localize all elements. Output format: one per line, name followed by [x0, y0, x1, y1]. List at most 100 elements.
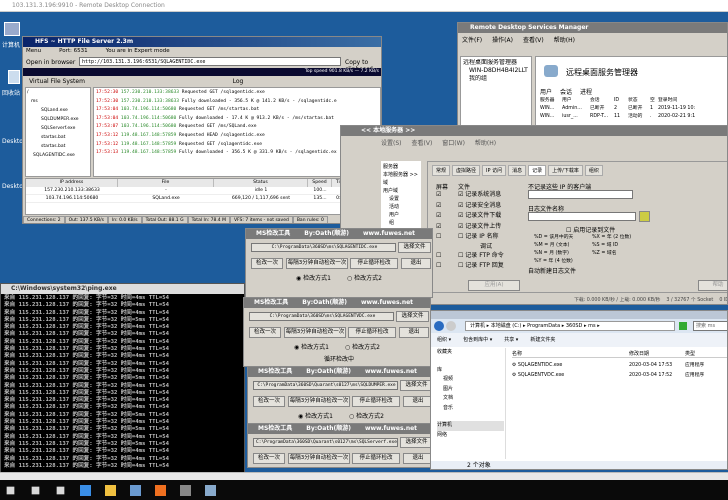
file-explorer-icon[interactable]: [105, 484, 116, 496]
vfs-item[interactable]: startas.bat: [27, 143, 89, 152]
path-field[interactable]: C:\ProgramData\360SD\ms\SQLAGENTIDC.exe: [251, 243, 396, 252]
refresh-icon[interactable]: [679, 322, 687, 330]
choose-file-button[interactable]: 选择文件: [400, 437, 433, 448]
menu-item[interactable]: 操作(A): [492, 35, 513, 44]
port-button[interactable]: Port: 6531: [59, 48, 88, 54]
choose-file-button[interactable]: 选择文件: [398, 242, 431, 253]
col-name[interactable]: 名称: [512, 350, 629, 357]
column-header[interactable]: File: [118, 179, 214, 187]
exit-button[interactable]: 退出: [399, 327, 429, 338]
cmd-icon[interactable]: [180, 484, 191, 496]
servu-tab[interactable]: 记录: [528, 165, 547, 176]
stop-button[interactable]: 停止循环检改: [352, 453, 400, 464]
file-row[interactable]: ⚙ SQLAGENTIDC.exe 2020-03-04 17:53 应用程序: [512, 362, 725, 372]
mode2-radio[interactable]: ○ 检改方式2: [345, 342, 380, 351]
breadcrumb-item[interactable]: 本地磁盘 (C:): [491, 323, 522, 329]
mode1-radio[interactable]: ◉ 检改方式1: [298, 411, 333, 420]
nav-item[interactable]: 音乐: [437, 404, 504, 414]
vfs-item[interactable]: SQLDUMPER.exe: [27, 116, 89, 125]
mode2-radio[interactable]: ○ 检改方式2: [349, 411, 384, 420]
tree-item[interactable]: 组: [383, 219, 419, 227]
nav-item[interactable]: 计算机: [437, 421, 504, 431]
table-row[interactable]: WIN... Admin... 已断开 2 已断开 1 2019-11-19 10:: [540, 105, 727, 113]
tree-item[interactable]: 本地服务器 >>: [383, 171, 419, 179]
menu-item[interactable]: 设置(S): [381, 138, 402, 147]
vfs-item[interactable]: SQLServerf.exe: [27, 125, 89, 134]
tab-users[interactable]: 用户: [540, 87, 552, 96]
browse-folder-icon[interactable]: [639, 211, 650, 222]
address-bar[interactable]: 计算机 ▸ 本地磁盘 (C:) ▸ ProgramData ▸ 360SD ▸ …: [465, 321, 675, 331]
help-button[interactable]: 帮助: [698, 280, 727, 291]
breadcrumb-item[interactable]: 计算机: [470, 323, 485, 329]
back-button[interactable]: [434, 321, 444, 331]
nav-item[interactable]: 文档: [437, 394, 504, 404]
vfs-item[interactable]: SQLand.exe: [27, 107, 89, 116]
servu-tab[interactable]: 组织: [584, 165, 603, 176]
nav-item[interactable]: 库: [437, 366, 504, 376]
task-view-icon[interactable]: [56, 486, 65, 494]
once-button[interactable]: 检改一次: [249, 327, 281, 338]
screen-checkbox[interactable]: ☑: [436, 222, 458, 233]
menu-item[interactable]: 文件(F): [462, 35, 482, 44]
tree-item[interactable]: 活动: [383, 203, 419, 211]
search-icon[interactable]: [31, 486, 40, 494]
once-button[interactable]: 检改一次: [251, 258, 283, 269]
stop-button[interactable]: 停止循环检改: [350, 258, 398, 269]
screen-checkbox[interactable]: ☐: [436, 251, 458, 262]
menu-item[interactable]: 帮助(H): [475, 138, 496, 147]
desktop-icon-recycle[interactable]: [8, 70, 20, 84]
loop-button[interactable]: 每隔3分钟自动检改一次: [286, 258, 348, 269]
loop-button[interactable]: 每隔3分钟自动检改一次: [284, 327, 346, 338]
screen-checkbox[interactable]: ☐: [436, 261, 458, 272]
append-checkbox[interactable]: ☐ 启用记录到文件: [566, 225, 615, 234]
breadcrumb-item[interactable]: 360SD: [566, 323, 583, 329]
apply-button[interactable]: 应用(A): [468, 280, 520, 291]
noip-input[interactable]: [528, 190, 633, 199]
tree-item[interactable]: 我的组: [463, 75, 529, 83]
vfs-item[interactable]: startas.bat: [27, 134, 89, 143]
path-field[interactable]: C:\ProgramData\360SD\Quarant\s0127\ms\SQ…: [253, 438, 398, 447]
nav-item[interactable]: 网络: [437, 431, 504, 441]
loop-button[interactable]: 每隔3分钟自动检改一次: [288, 453, 350, 464]
tree-item[interactable]: 服务器: [383, 163, 419, 171]
tab-processes[interactable]: 进程: [580, 87, 592, 96]
nav-item[interactable]: 收藏夹: [437, 348, 504, 358]
menu-item[interactable]: 帮助(H): [554, 35, 575, 44]
connection-row[interactable]: 157.230.210.133:38633-idle 1100...-: [26, 187, 380, 195]
servu-tab[interactable]: 虚拟路径: [452, 165, 481, 176]
rds-manager-icon[interactable]: [130, 484, 141, 496]
column-header[interactable]: Status: [214, 179, 308, 187]
toolbar-button[interactable]: 共享 ▾: [504, 333, 518, 347]
breadcrumb-item[interactable]: ms: [588, 323, 595, 329]
ie-icon[interactable]: [80, 484, 91, 496]
tree-item[interactable]: 用户域: [383, 187, 419, 195]
col-date[interactable]: 修改日期: [629, 350, 685, 357]
menu-item[interactable]: 查看(V): [523, 35, 544, 44]
vfs-item[interactable]: /: [27, 89, 89, 98]
screen-checkbox[interactable]: ☑: [436, 190, 458, 201]
mode1-radio[interactable]: ◉ 检改方式1: [296, 273, 331, 282]
mode1-radio[interactable]: ◉ 检改方式1: [294, 342, 329, 351]
screen-checkbox[interactable]: ☑: [436, 201, 458, 212]
nav-item[interactable]: 视频: [437, 375, 504, 385]
screen-checkbox[interactable]: ☐: [436, 232, 458, 243]
desktop-icon-computer[interactable]: [4, 22, 20, 36]
mode-button[interactable]: You are in Expert mode: [106, 48, 170, 54]
stop-button[interactable]: 停止循环检改: [348, 327, 396, 338]
menu-button[interactable]: Menu: [26, 48, 41, 54]
exit-button[interactable]: 退出: [403, 453, 433, 464]
toolbar-button[interactable]: 组织 ▾: [437, 333, 451, 347]
path-field[interactable]: C:\ProgramData\360SD\ms\SQLAGENTVDC.exe: [249, 312, 394, 321]
path-field[interactable]: C:\ProgramData\360SD\Quarant\s0127\ms\SQ…: [253, 381, 398, 390]
servu-tab[interactable]: 上传/下载率: [548, 165, 583, 176]
toolbar-button[interactable]: 包含到库中 ▾: [463, 333, 492, 347]
menu-item[interactable]: 窗口(W): [442, 138, 465, 147]
vfs-item[interactable]: ms: [27, 98, 89, 107]
start-icon[interactable]: [6, 486, 15, 494]
choose-file-button[interactable]: 选择文件: [396, 311, 429, 322]
choose-file-button[interactable]: 选择文件: [400, 380, 433, 391]
mode2-radio[interactable]: ○ 检改方式2: [347, 273, 382, 282]
screen-checkbox[interactable]: ☑: [436, 211, 458, 222]
tab-sessions[interactable]: 会话: [560, 87, 572, 96]
file-row[interactable]: ⚙ SQLAGENTVDC.exe 2020-03-04 17:52 应用程序: [512, 372, 725, 382]
